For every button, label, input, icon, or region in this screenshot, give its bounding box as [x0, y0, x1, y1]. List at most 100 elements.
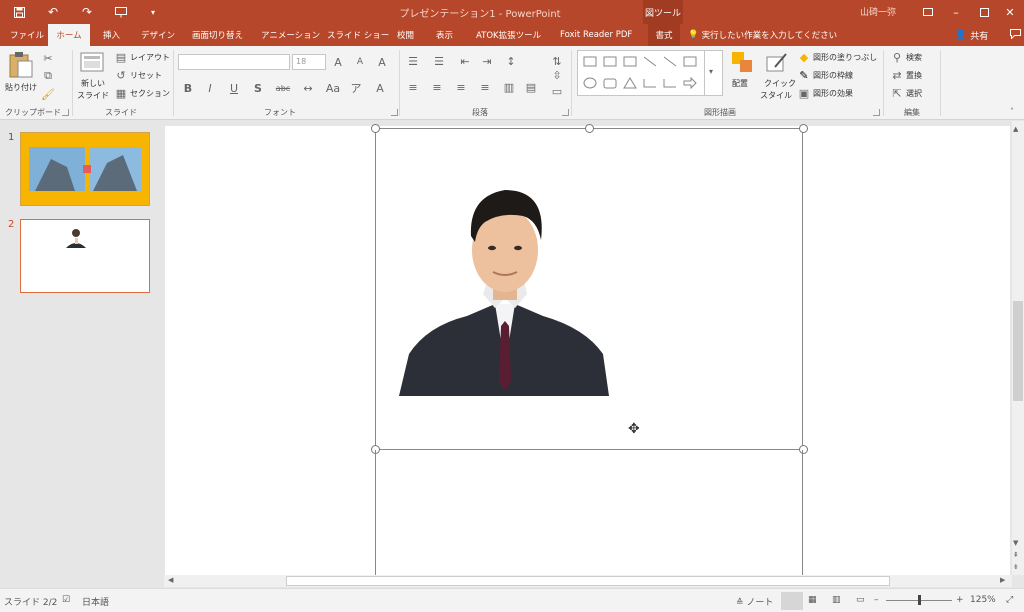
arrange-label[interactable]: 配置: [732, 78, 748, 89]
increase-indent-icon[interactable]: ⇥: [478, 54, 496, 68]
save-icon[interactable]: [8, 3, 30, 21]
horizontal-scrollbar[interactable]: ◀ ▶: [164, 575, 1012, 587]
tab-foxit[interactable]: Foxit Reader PDF: [560, 24, 632, 46]
align-text-vertical-icon[interactable]: ⇳: [548, 68, 566, 82]
shapes-more-icon[interactable]: ▾: [705, 50, 723, 96]
section-icon[interactable]: ▦: [114, 86, 128, 100]
clipboard-launcher-icon[interactable]: [62, 109, 69, 116]
start-slideshow-icon[interactable]: [110, 3, 132, 21]
zoom-level[interactable]: 125%: [970, 595, 996, 605]
quick-styles-icon[interactable]: [764, 50, 790, 76]
scroll-left-icon[interactable]: ◀: [168, 576, 173, 584]
slide-sorter-icon[interactable]: ▦: [808, 595, 817, 605]
format-painter-icon[interactable]: 🖌: [40, 86, 56, 102]
close-icon[interactable]: ✕: [996, 0, 1024, 24]
font-size-combo[interactable]: 18: [292, 54, 326, 70]
numbering-icon[interactable]: ☰: [430, 54, 448, 68]
align-center-icon[interactable]: ≡: [428, 80, 446, 94]
bold-icon[interactable]: B: [180, 80, 196, 96]
reading-view-icon[interactable]: ▥: [832, 595, 841, 605]
resize-handle[interactable]: [585, 124, 594, 133]
underline-icon[interactable]: U: [226, 80, 242, 96]
tab-format[interactable]: 書式: [648, 24, 680, 46]
redo-icon[interactable]: ↷: [76, 3, 98, 21]
resize-handle[interactable]: [371, 124, 380, 133]
arrange-icon[interactable]: [730, 50, 754, 74]
section-label[interactable]: セクション: [130, 88, 170, 99]
align-right-icon[interactable]: ≡: [452, 80, 470, 94]
comment-icon[interactable]: [1010, 28, 1022, 42]
phonetic-icon[interactable]: ア: [348, 80, 364, 96]
undo-icon[interactable]: ↶: [42, 3, 64, 21]
new-slide-label-1[interactable]: 新しい: [81, 78, 105, 89]
find-label[interactable]: 検索: [906, 52, 922, 63]
char-spacing-icon[interactable]: ↔: [300, 80, 316, 96]
maximize-icon[interactable]: [970, 0, 998, 24]
tab-file[interactable]: ファイル: [10, 24, 44, 46]
next-slide-icon[interactable]: ⇟: [1013, 563, 1019, 571]
notes-button[interactable]: ≙ ノート: [736, 595, 773, 608]
select-icon[interactable]: ⇱: [890, 86, 904, 100]
ribbon-display-icon[interactable]: [914, 0, 942, 24]
paste-label[interactable]: 貼り付け: [5, 82, 37, 93]
cut-icon[interactable]: ✂: [40, 50, 56, 66]
shapes-gallery[interactable]: [577, 50, 705, 96]
shape-effects-label[interactable]: 図形の効果: [813, 88, 853, 99]
replace-icon[interactable]: ⇄: [890, 68, 904, 82]
tab-home[interactable]: ホーム: [48, 24, 90, 46]
resize-handle[interactable]: [799, 124, 808, 133]
decrease-indent-icon[interactable]: ⇤: [456, 54, 474, 68]
drawing-launcher-icon[interactable]: [873, 109, 880, 116]
slide-thumbnail-1[interactable]: [20, 132, 150, 206]
fit-to-window-icon[interactable]: ⤢: [1006, 595, 1013, 605]
shrink-font-icon[interactable]: A: [352, 54, 368, 70]
previous-slide-icon[interactable]: ⇞: [1013, 551, 1019, 559]
justify-icon[interactable]: ≡: [476, 80, 494, 94]
language-indicator[interactable]: 日本語: [82, 595, 109, 608]
zoom-slider-thumb[interactable]: [918, 595, 921, 605]
strikethrough-icon[interactable]: abc: [274, 80, 292, 96]
resize-handle[interactable]: [799, 445, 808, 454]
slide-canvas[interactable]: ✥: [165, 124, 1010, 576]
clear-format-icon[interactable]: A: [374, 54, 390, 70]
minimize-icon[interactable]: –: [942, 0, 970, 24]
tab-animations[interactable]: アニメーション: [261, 24, 320, 46]
font-name-combo[interactable]: [178, 54, 290, 70]
select-label[interactable]: 選択: [906, 88, 922, 99]
change-case-icon[interactable]: Aa: [324, 80, 342, 96]
tab-insert[interactable]: 挿入: [103, 24, 120, 46]
vertical-scrollbar[interactable]: ▲ ▼ ⇞ ⇟: [1012, 121, 1024, 575]
normal-view-icon[interactable]: [781, 592, 803, 610]
layout-icon[interactable]: ▤: [114, 50, 128, 64]
shadow-icon[interactable]: S: [250, 80, 266, 96]
quick-styles-label-2[interactable]: スタイル: [760, 90, 792, 101]
customize-qat-icon[interactable]: ▾: [142, 3, 164, 21]
font-color-icon[interactable]: A: [372, 80, 388, 96]
shape-outline-icon[interactable]: ✎: [797, 68, 811, 82]
reset-label[interactable]: リセット: [130, 70, 162, 81]
tab-view[interactable]: 表示: [436, 24, 453, 46]
scroll-down-icon[interactable]: ▼: [1013, 539, 1018, 547]
shape-fill-icon[interactable]: ◆: [797, 50, 811, 64]
slide-thumbnail-2[interactable]: [20, 219, 150, 293]
zoom-in-icon[interactable]: +: [956, 595, 964, 605]
paragraph-launcher-icon[interactable]: [562, 109, 569, 116]
layout-label[interactable]: レイアウト: [130, 52, 170, 63]
tab-transitions[interactable]: 画面切り替え: [192, 24, 243, 46]
new-slide-icon[interactable]: [78, 50, 106, 74]
bullets-icon[interactable]: ☰: [404, 54, 422, 68]
find-icon[interactable]: ⚲: [890, 50, 904, 64]
shape-outline-label[interactable]: 図形の枠線: [813, 70, 853, 81]
tell-me-box[interactable]: 💡 実行したい作業を入力してください: [688, 24, 837, 46]
slideshow-view-icon[interactable]: ▭: [856, 595, 865, 605]
tab-design[interactable]: デザイン: [141, 24, 175, 46]
shape-effects-icon[interactable]: ▣: [797, 86, 811, 100]
spell-check-icon[interactable]: ☑: [62, 595, 70, 605]
italic-icon[interactable]: I: [202, 80, 218, 96]
tab-review[interactable]: 校閲: [397, 24, 414, 46]
collapse-ribbon-icon[interactable]: ˄: [1006, 106, 1018, 116]
tab-slideshow[interactable]: スライド ショー: [327, 24, 389, 46]
zoom-out-icon[interactable]: –: [874, 595, 879, 605]
align-text-icon[interactable]: ▤: [522, 80, 540, 94]
scroll-right-icon[interactable]: ▶: [1000, 576, 1005, 584]
